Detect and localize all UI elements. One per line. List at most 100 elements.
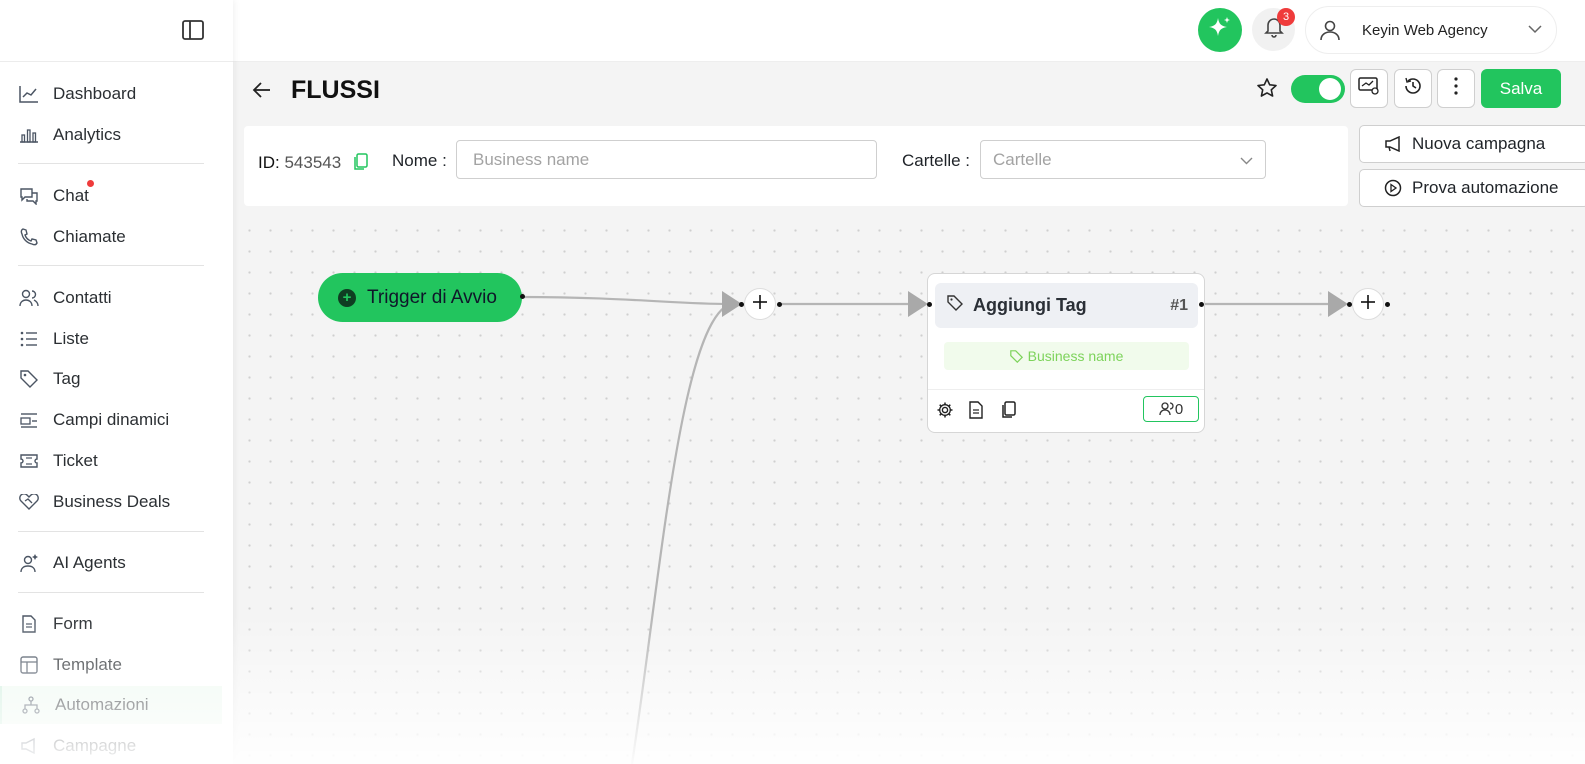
back-arrow-icon[interactable] [250,78,274,102]
more-options-button[interactable] [1437,69,1475,108]
folders-placeholder: Cartelle [993,149,1052,169]
sidebar: Dashboard Analytics Chat Chiamate Contat… [0,0,233,764]
sidebar-item-business-deals[interactable]: Business Deals [18,487,223,517]
connector-dot [777,302,782,307]
megaphone-icon [18,735,40,757]
sidebar-item-label: Liste [53,329,89,348]
monitor-settings-icon [1358,76,1380,101]
tag-chip-label: Business name [1027,348,1124,364]
sidebar-item-analytics[interactable]: Analytics [18,120,223,150]
user-menu[interactable]: Keyin Web Agency [1305,6,1557,54]
sidebar-item-label: Tag [53,369,81,388]
save-button[interactable]: Salva [1481,69,1561,108]
action-card-add-tag[interactable]: Aggiungi Tag #1 Business name 0 [927,273,1205,433]
sidebar-item-form[interactable]: Form [18,609,223,639]
trigger-node[interactable]: + Trigger di Avvio [318,273,522,322]
ai-assistant-button[interactable] [1198,8,1242,52]
sidebar-item-automazioni[interactable]: Automazioni [0,686,222,724]
history-button[interactable] [1394,69,1432,108]
sidebar-item-campagne[interactable]: Campagne [18,731,223,761]
megaphone-icon [1385,136,1400,152]
folders-label: Cartelle : [902,151,971,170]
fields-icon [18,409,40,431]
add-step-button[interactable] [744,288,776,320]
handshake-icon [18,491,40,513]
sidebar-item-label: Business Deals [53,492,171,511]
sidebar-item-label: Chat [53,186,89,205]
sidebar-item-label: Form [53,614,93,633]
sidebar-item-dashboard[interactable]: Dashboard [18,79,223,109]
bar-chart-icon [18,124,40,146]
chevron-down-icon [1528,21,1542,39]
add-step-button[interactable] [1352,288,1384,320]
phone-icon [18,226,40,248]
sidebar-divider [18,265,204,266]
sidebar-item-label: Contatti [53,288,112,307]
ai-agent-icon [18,552,40,574]
list-icon [18,328,40,350]
contacts-count: 0 [1174,400,1184,418]
test-automation-button[interactable]: Prova automazione [1359,169,1585,207]
new-campaign-button[interactable]: Nuova campagna [1359,125,1585,163]
unread-dot [87,180,94,187]
tag-icon [1009,349,1023,363]
id-value: 543543 [284,153,342,172]
connector-dot[interactable] [520,294,525,299]
sidebar-item-template[interactable]: Template [18,650,223,680]
settings-gear-icon[interactable] [936,401,954,419]
flow-icon [20,694,42,716]
sidebar-divider [18,592,204,593]
id-label-text: ID: [258,153,280,172]
active-toggle[interactable] [1291,75,1345,103]
tag-chip: Business name [944,342,1189,370]
sidebar-item-label: Ticket [53,451,98,470]
history-icon [1403,76,1423,101]
page-title: FLUSSI [291,76,380,104]
sidebar-item-label: Dashboard [53,84,137,103]
connector-dot [739,302,744,307]
sidebar-item-label: Automazioni [55,695,149,714]
document-icon[interactable] [968,401,986,419]
plus-icon [752,294,768,315]
tag-icon [18,368,40,390]
sidebar-divider [0,61,233,62]
sidebar-item-tag[interactable]: Tag [18,364,223,394]
document-icon [18,613,40,635]
connector-dot[interactable] [1199,302,1204,307]
sidebar-item-ai-agents[interactable]: AI Agents [18,548,223,578]
user-avatar-icon [1318,18,1342,42]
user-name: Keyin Web Agency [1362,21,1488,39]
name-input[interactable] [456,140,877,179]
sidebar-item-label: Campi dinamici [53,410,170,429]
tag-icon [947,295,963,316]
sidebar-item-chiamate[interactable]: Chiamate [18,222,223,252]
sidebar-toggle-icon[interactable] [182,20,204,40]
sidebar-item-label: Analytics [53,125,122,144]
folders-select[interactable]: Cartelle [980,140,1266,179]
sidebar-item-chat[interactable]: Chat [18,181,223,211]
more-vertical-icon [1454,77,1458,100]
users-icon [1159,402,1174,416]
copy-icon[interactable] [352,153,368,171]
id-label: ID: 543543 [258,153,341,173]
sidebar-item-contatti[interactable]: Contatti [18,283,223,313]
new-campaign-label: Nuova campagna [1412,134,1546,153]
sidebar-item-liste[interactable]: Liste [18,324,223,354]
preview-button[interactable] [1350,69,1388,108]
sidebar-item-label: Chiamate [53,227,126,246]
template-icon [18,654,40,676]
sparkle-icon [1207,15,1233,46]
sidebar-divider [18,163,204,164]
card-header[interactable]: Aggiungi Tag #1 [935,283,1198,328]
chevron-down-icon [1240,150,1253,170]
duplicate-icon[interactable] [1000,401,1018,419]
star-icon[interactable] [1256,77,1278,99]
plus-circle-icon: + [338,288,356,307]
sidebar-item-label: Campagne [53,736,137,755]
test-automation-label: Prova automazione [1412,178,1559,197]
sidebar-item-ticket[interactable]: Ticket [18,446,223,476]
sidebar-item-label: AI Agents [53,553,126,572]
ticket-icon [18,450,40,472]
sidebar-item-campi-dinamici[interactable]: Campi dinamici [18,405,223,435]
contacts-count-badge[interactable]: 0 [1143,396,1199,422]
